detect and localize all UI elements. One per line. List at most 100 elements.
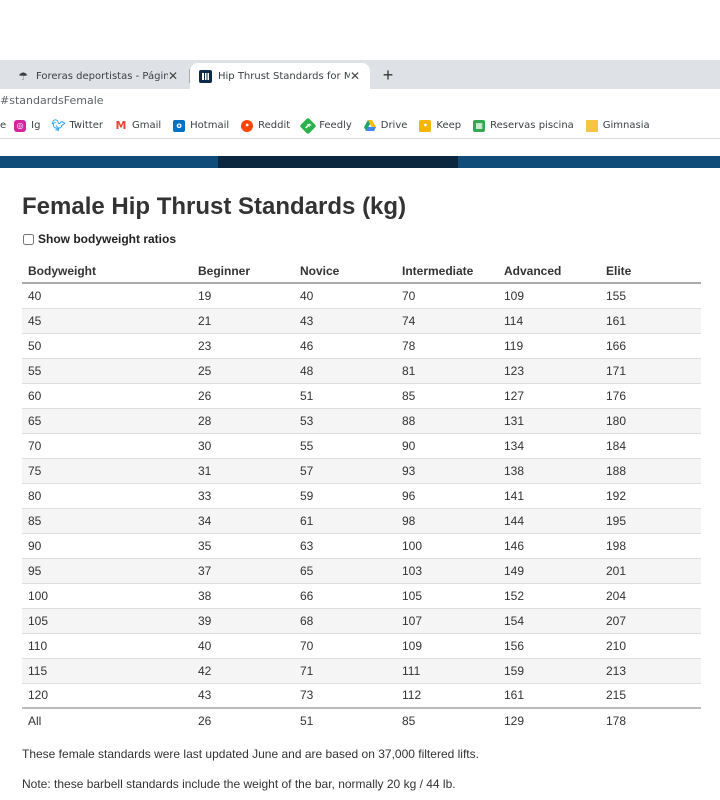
table-cell: 68 [294,608,396,634]
close-tab-icon[interactable]: ✕ [166,69,180,83]
table-cell: 45 [22,308,192,334]
bookmark-gmail[interactable]: M Gmail [115,119,161,132]
table-cell: 155 [600,283,701,309]
drive-icon [363,120,376,132]
column-header: Novice [294,259,396,284]
tab-strip: ☂ Foreras deportistas - Página 333 ✕ Hip… [0,60,720,89]
reddit-icon: • [241,119,254,132]
table-cell: 50 [22,333,192,359]
table-cell: 112 [396,683,498,709]
table-cell: 57 [294,458,396,484]
keep-icon: • [419,119,432,132]
table-cell: 178 [600,707,701,733]
table-cell: 42 [192,658,294,684]
bookmark-drive[interactable]: Drive [363,120,407,132]
table-cell: 55 [294,433,396,459]
table-cell: 75 [22,458,192,484]
bookmark-feedly[interactable]: f Feedly [299,117,352,134]
hero-image [218,156,458,168]
table-cell: 192 [600,483,701,509]
table-cell: 40 [22,283,192,309]
close-tab-icon[interactable]: ✕ [348,69,362,83]
table-cell: 90 [22,533,192,559]
table-cell: 85 [396,707,498,733]
table-cell: 111 [396,658,498,684]
table-cell: 25 [192,358,294,384]
table-cell: 19 [192,283,294,309]
bookmark-reddit[interactable]: • Reddit [241,119,290,132]
bookmarks-bar: e ◎ Ig 🐦︎ Twitter M Gmail o Hotmail • Re… [0,113,720,139]
table-cell: 107 [396,608,498,634]
column-header: Advanced [498,259,600,284]
table-cell: 38 [192,583,294,609]
table-cell: 26 [192,707,294,733]
table-cell: 161 [600,308,701,334]
table-cell: 43 [294,308,396,334]
table-cell: 59 [294,483,396,509]
table-cell: 161 [498,683,600,709]
bodyweight-ratio-toggle[interactable]: Show bodyweight ratios [22,232,702,246]
table-cell: 43 [192,683,294,709]
bookmark-hotmail[interactable]: o Hotmail [173,119,229,132]
column-header: Intermediate [396,259,498,284]
table-cell: 129 [498,707,600,733]
url-field[interactable]: #standardsFemale [0,94,104,107]
table-footer-row: All 26 51 85 129 178 [22,707,701,733]
table-cell: 53 [294,408,396,434]
tab-title: Foreras deportistas - Página 333 [36,70,168,82]
table-cell: 40 [192,633,294,659]
table-cell: 180 [600,408,701,434]
table-cell: 115 [22,658,192,684]
table-cell: 70 [22,433,192,459]
table-cell: 93 [396,458,498,484]
table-row: 115 42 71 111 159 213 [22,658,701,684]
feedly-icon: f [299,117,317,134]
table-header-row: Bodyweight Beginner Novice Intermediate … [22,259,701,284]
bookmark-partial[interactable]: e [0,120,6,131]
table-row: 85 34 61 98 144 195 [22,508,701,534]
site-logo-icon [198,69,212,83]
table-cell: 61 [294,508,396,534]
table-cell: 35 [192,533,294,559]
table-cell: 90 [396,433,498,459]
table-cell: 131 [498,408,600,434]
bookmark-twitter[interactable]: 🐦︎ Twitter [51,119,103,132]
bookmark-reservas-piscina[interactable]: ▦ Reservas piscina [473,119,574,132]
new-tab-button[interactable]: + [380,65,396,85]
table-cell: 51 [294,707,396,733]
table-cell: 152 [498,583,600,609]
table-cell: 26 [192,383,294,409]
table-row: 40 19 40 70 109 155 [22,283,701,309]
table-cell: 100 [22,583,192,609]
table-cell: 103 [396,558,498,584]
table-row: 120 43 73 112 161 215 [22,683,701,709]
table-cell: 48 [294,358,396,384]
table-cell: 105 [22,608,192,634]
table-cell: 210 [600,633,701,659]
table-cell: 70 [396,283,498,309]
table-cell: 33 [192,483,294,509]
bookmark-ig[interactable]: ◎ Ig [14,119,40,132]
table-cell: 46 [294,333,396,359]
column-header: Beginner [192,259,294,284]
table-cell: 204 [600,583,701,609]
bodyweight-ratio-checkbox[interactable] [23,233,34,245]
table-cell: 198 [600,533,701,559]
table-cell: 154 [498,608,600,634]
tab-foreras[interactable]: ☂ Foreras deportistas - Página 333 ✕ [0,63,188,89]
table-cell: 55 [22,358,192,384]
address-bar: #standardsFemale [0,89,720,113]
hero-banner [0,156,720,168]
table-cell: 30 [192,433,294,459]
table-cell: 176 [600,383,701,409]
table-cell: 85 [396,383,498,409]
bookmark-keep[interactable]: • Keep [419,119,461,132]
table-cell: 213 [600,658,701,684]
bookmark-gimnasia[interactable]: Gimnasia [585,119,650,132]
table-cell: 159 [498,658,600,684]
column-header: Bodyweight [22,259,192,284]
table-row: 100 38 66 105 152 204 [22,583,701,609]
tab-hip-thrust[interactable]: Hip Thrust Standards for Men and ✕ [190,63,370,89]
table-cell: 21 [192,308,294,334]
column-header: Elite [600,259,701,284]
